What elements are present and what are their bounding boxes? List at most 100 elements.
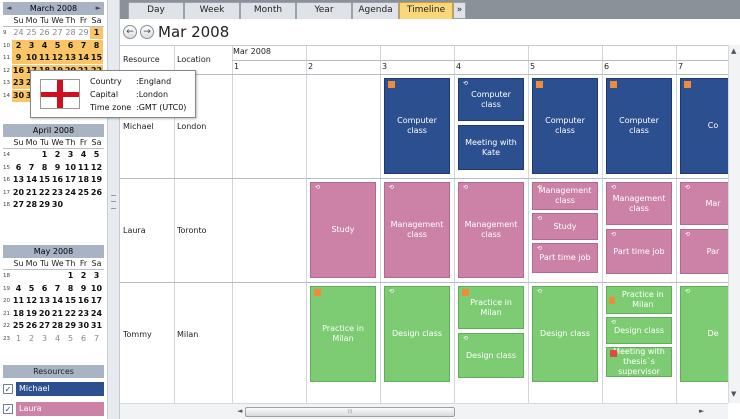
calendar-day[interactable]: 3 [90,270,103,282]
calendar-day[interactable]: 17 [64,174,77,186]
scroll-up-icon[interactable]: ▲ [731,47,736,55]
scroll-thumb[interactable]: ⦙⦙⦙ [245,407,455,417]
calendar-day[interactable]: 11 [12,295,25,307]
resource-checkbox-michael[interactable]: ✓ [3,384,13,394]
calendar-day[interactable]: 16 [12,64,25,77]
calendar-day[interactable]: 25 [12,320,25,332]
calendar-day[interactable]: 15 [90,52,103,65]
resource-checkbox-laura[interactable]: ✓ [3,404,13,414]
calendar-day[interactable]: 13 [12,174,25,186]
appointment[interactable]: ⟲ Study [310,182,376,278]
calendar-day[interactable]: 17 [90,295,103,307]
vertical-scrollbar[interactable]: ▲ ▼ [728,45,740,403]
calendar-day[interactable]: 1 [64,270,77,282]
calendar-day[interactable]: 2 [25,333,38,345]
calendar-day[interactable]: 7 [25,162,38,174]
calendar-day[interactable]: 20 [38,308,51,320]
calendar-day[interactable]: 11 [38,52,51,65]
next-period-button[interactable]: → [140,25,154,39]
calendar-day[interactable]: 11 [77,162,90,174]
calendar-day[interactable]: 13 [64,52,77,65]
next-month-icon[interactable]: ► [96,4,101,12]
calendar-day[interactable]: 8 [38,162,51,174]
calendar-day[interactable]: 30 [12,89,25,102]
calendar-day[interactable]: 7 [51,283,64,295]
calendar-day[interactable]: 24 [90,308,103,320]
appointment[interactable]: ⟲ Design class [384,286,450,382]
calendar-day[interactable]: 14 [51,295,64,307]
calendar-day[interactable]: 3 [38,333,51,345]
appointment[interactable]: ⟲ Design class [458,333,524,378]
calendar-day[interactable]: 14 [25,174,38,186]
calendar-day[interactable]: 3 [64,149,77,161]
resource-item-laura[interactable]: ✓ Laura [3,402,104,416]
calendar-day[interactable]: 24 [12,27,25,39]
calendar-day[interactable]: 10 [64,162,77,174]
calendar-day[interactable]: 18 [77,174,90,186]
prev-month-icon[interactable]: ◄ [6,4,11,12]
appointment[interactable]: ⟲ Management class [532,182,598,210]
scroll-right-icon[interactable]: ► [699,407,704,415]
calendar-day[interactable]: 27 [38,320,51,332]
calendar-day[interactable]: 4 [51,333,64,345]
calendar-day[interactable]: 16 [51,174,64,186]
calendar-day[interactable]: 19 [25,308,38,320]
calendar-day[interactable]: 12 [90,162,103,174]
tab-year[interactable]: Year [296,2,352,19]
tab-week[interactable]: Week [184,2,240,19]
calendar-day[interactable]: 10 [90,283,103,295]
appointment[interactable]: Meeting with Kate [458,125,524,170]
appointment[interactable]: ⟲ Part time job [606,229,672,274]
appointment[interactable]: ⟲ Management class [384,182,450,278]
calendar-day[interactable]: 10 [25,52,38,65]
appointment[interactable]: ⟲ Study [532,213,598,240]
appointment[interactable]: ⟲ Management class [606,182,672,225]
scroll-down-icon[interactable]: ▼ [731,390,736,398]
calendar-day[interactable]: 4 [12,283,25,295]
calendar-day[interactable]: 29 [64,320,77,332]
calendar-day[interactable]: 24 [64,187,77,199]
calendar-day[interactable]: 20 [12,187,25,199]
calendar-day[interactable]: 21 [51,308,64,320]
resource-item-michael[interactable]: ✓ Michael [3,382,104,396]
calendar-day[interactable]: 22 [38,187,51,199]
calendar-day[interactable]: 2 [51,149,64,161]
calendar-day[interactable]: 21 [25,187,38,199]
calendar-day[interactable]: 23 [51,187,64,199]
calendar-day[interactable]: 12 [25,295,38,307]
calendar-day[interactable]: 5 [25,283,38,295]
calendar-day[interactable]: 5 [90,149,103,161]
appointment[interactable]: Computer class [532,78,598,174]
appointment[interactable]: Meeting with thesis`s supervisor [606,347,672,377]
calendar-day[interactable]: 31 [90,320,103,332]
calendar-day[interactable]: 3 [25,39,38,52]
tab-day[interactable]: Day [128,2,184,19]
calendar-day[interactable]: 19 [90,174,103,186]
calendar-day[interactable]: 23 [77,308,90,320]
appointment[interactable]: ⟲ Part time job [532,243,598,273]
calendar-day[interactable]: 27 [51,27,64,39]
calendar-day[interactable]: 22 [64,308,77,320]
calendar-day[interactable]: 12 [51,52,64,65]
calendar-day[interactable]: 6 [38,283,51,295]
calendar-day[interactable]: 8 [90,39,103,52]
calendar-day[interactable]: 9 [51,162,64,174]
calendar-day[interactable]: 4 [38,39,51,52]
calendar-day[interactable]: 1 [38,149,51,161]
tab-month[interactable]: Month [240,2,296,19]
pane-splitter[interactable] [108,0,120,419]
calendar-day[interactable]: 1 [90,27,103,40]
appointment[interactable]: Practice in Milan [310,286,376,382]
appointment[interactable]: ⟲ Management class [458,182,524,278]
calendar-day[interactable]: 2 [12,39,25,52]
tab-overflow-icon[interactable]: » [453,2,466,19]
calendar-day[interactable]: 5 [51,39,64,52]
calendar-day[interactable]: 26 [90,187,103,199]
calendar-day[interactable]: 26 [25,320,38,332]
calendar-day[interactable]: 28 [64,27,77,39]
appointment[interactable]: Computer class [384,78,450,174]
scroll-left-icon[interactable]: ◄ [237,407,242,415]
appointment[interactable]: Practice in Milan [458,286,524,329]
calendar-day[interactable]: 8 [64,283,77,295]
horizontal-scrollbar[interactable]: ◄ ⦙⦙⦙ ► [120,403,728,419]
